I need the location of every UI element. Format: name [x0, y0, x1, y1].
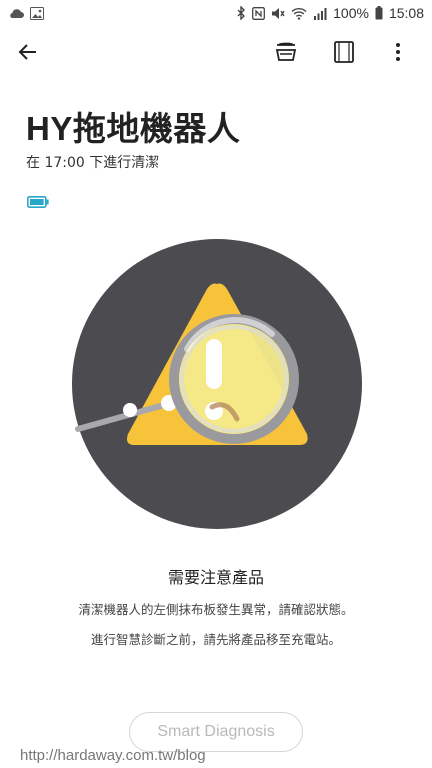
device-name: HY拖地機器人 — [26, 110, 241, 147]
mop-mode-button[interactable] — [268, 36, 304, 72]
app-toolbar — [0, 28, 432, 80]
smart-diagnosis-button[interactable]: Smart Diagnosis — [129, 712, 303, 752]
battery-full-icon — [27, 193, 49, 208]
remote-control-button[interactable] — [326, 36, 362, 72]
attention-title: 需要注意產品 — [167, 568, 264, 587]
nfc-icon — [252, 6, 266, 20]
status-bar-left — [8, 6, 44, 20]
watermark-text: http://hardaway.com.tw/blog — [20, 747, 206, 764]
robot-mop-icon — [274, 41, 298, 67]
battery-percent: 100% — [333, 5, 369, 21]
bluetooth-icon — [237, 6, 246, 20]
attention-detail-1: 清潔機器人的左側抹布板發生異常，請確認狀態。 — [78, 602, 354, 617]
cloud-icon — [8, 7, 24, 19]
battery-icon — [375, 6, 383, 20]
more-options-button[interactable] — [380, 36, 416, 72]
schedule-text: 在 17:00 下進行清潔 — [26, 155, 160, 171]
arrow-left-icon — [18, 43, 38, 65]
back-button[interactable] — [10, 36, 46, 72]
status-bar-right: 100% 15:08 — [237, 5, 424, 21]
status-bar: 100% 15:08 — [0, 0, 432, 26]
remote-panel-icon — [333, 40, 355, 68]
gallery-icon — [30, 6, 44, 20]
clock: 15:08 — [388, 5, 424, 21]
attention-detail-2: 進行智慧診斷之前，請先將產品移至充電站。 — [90, 632, 341, 647]
signal-icon — [313, 7, 327, 20]
wifi-icon — [291, 7, 307, 20]
warning-magnifier-icon — [72, 239, 362, 529]
more-vert-icon — [395, 42, 401, 66]
mute-icon — [271, 7, 285, 20]
